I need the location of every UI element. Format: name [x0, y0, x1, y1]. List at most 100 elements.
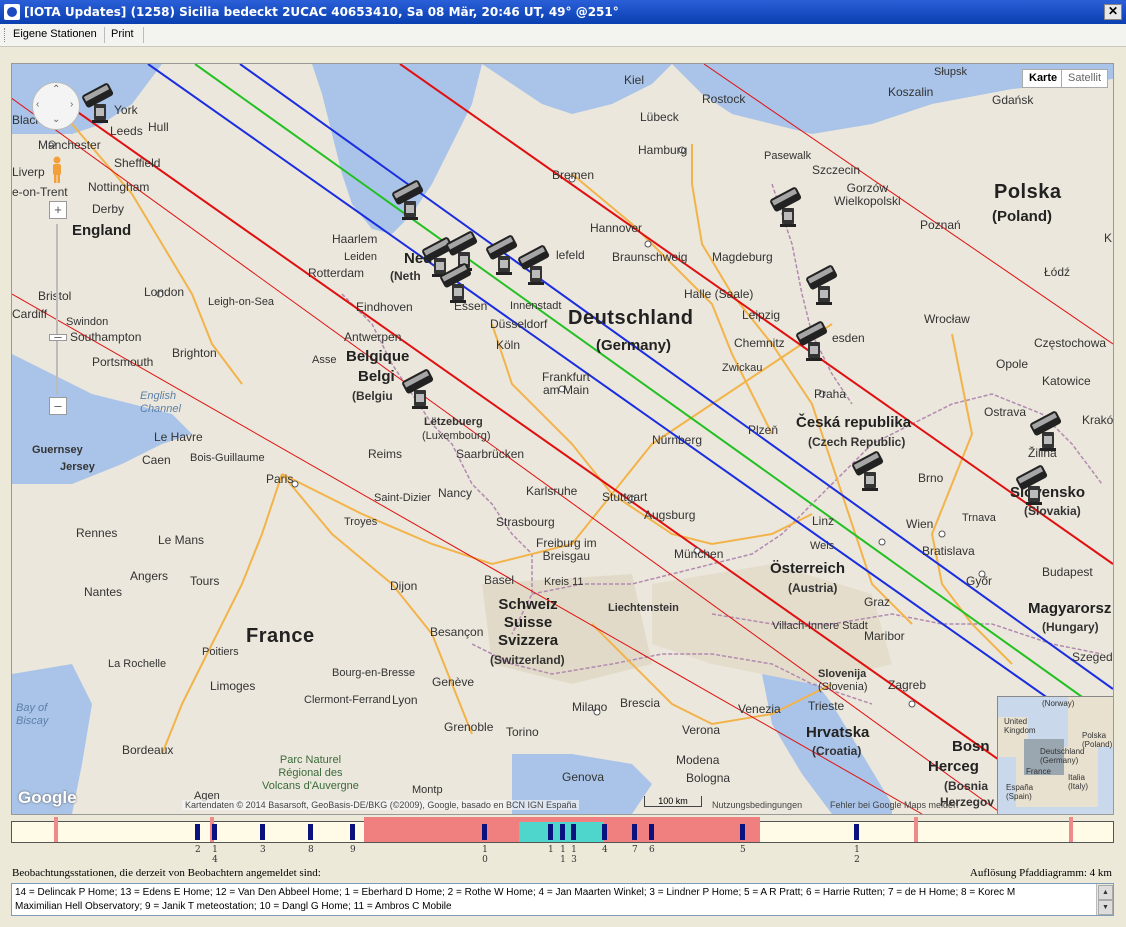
- map-label: Bosn: [952, 738, 990, 755]
- map-label: Budapest: [1042, 565, 1093, 579]
- station-mark: [740, 824, 745, 840]
- map-label: Haarlem: [332, 232, 378, 246]
- zoom-out-button[interactable]: –: [49, 397, 67, 415]
- map-label: Guernsey: [32, 444, 83, 456]
- map-label: Wrocław: [924, 312, 970, 326]
- map-label: Besançon: [430, 625, 484, 639]
- map-label: Slovenija: [818, 668, 867, 680]
- map-label: England: [72, 222, 132, 239]
- map-label: Poznań: [920, 218, 961, 232]
- map-label: Bourg-en-Bresse: [332, 667, 416, 679]
- map-label: Rennes: [76, 526, 118, 540]
- map-label: Plzeň: [748, 423, 779, 437]
- pan-control[interactable]: ⌃ ⌄ ‹ ›: [32, 82, 80, 130]
- map-label: Leiden: [344, 251, 378, 263]
- map-label: (Luxembourg): [422, 430, 491, 442]
- map-label: Wien: [906, 517, 934, 531]
- map-label: Magdeburg: [712, 250, 773, 264]
- map-label: Düsseldorf: [490, 317, 548, 331]
- map-label: Kraków: [1082, 413, 1114, 427]
- map-label: Wels: [810, 540, 835, 552]
- map-label: Hamburg: [638, 143, 688, 157]
- map-label: Brighton: [172, 346, 217, 360]
- map-label: York: [114, 103, 138, 117]
- stations-caption: Beobachtungsstationen, die derzeit von B…: [12, 867, 321, 879]
- road: [930, 333, 1013, 665]
- overview-label: Italia (Italy): [1068, 773, 1088, 791]
- terms-link[interactable]: Nutzungsbedingungen: [712, 800, 802, 810]
- map-label: Herceg: [928, 758, 979, 775]
- map-attribution: Kartendaten © 2014 Basarsoft, GeoBasis-D…: [182, 800, 580, 810]
- map-label: Gorzów Wielkopolski: [834, 181, 901, 208]
- map-label: (Germany): [596, 337, 672, 354]
- toolbar-separator: [143, 27, 144, 43]
- scroll-down-icon[interactable]: ▼: [1098, 900, 1113, 915]
- map-label: Basel: [484, 573, 515, 587]
- map-label: Trnava: [962, 512, 996, 524]
- map-label: Nantes: [84, 585, 123, 599]
- map-label: (Neth: [390, 269, 421, 283]
- map-label: Antwerpen: [344, 330, 402, 344]
- zoom-slider-track[interactable]: [56, 224, 58, 394]
- menu-eigene-stationen[interactable]: Eigene Stationen: [9, 27, 101, 41]
- map-label: Sheffield: [114, 156, 161, 170]
- map-label: (Slovakia): [1024, 504, 1081, 518]
- map-label: France: [246, 625, 315, 647]
- app-icon: [4, 4, 20, 20]
- window-title: [IOTA Updates] (1258) Sicilia bedeckt 2U…: [24, 5, 619, 19]
- close-button[interactable]: ✕: [1104, 4, 1122, 20]
- map-label: Brescia: [620, 696, 661, 710]
- map-label: Frankfurt am Main: [542, 370, 591, 397]
- map-label: Portsmouth: [92, 355, 154, 369]
- map-label: Reims: [368, 447, 403, 461]
- station-mark: [482, 824, 487, 840]
- map-label: Stuttgart: [602, 490, 648, 504]
- map-label: Koszalin: [888, 85, 934, 99]
- map-label: Kreis 11: [544, 576, 584, 588]
- map-label: Zwickau: [722, 362, 763, 374]
- map-label: Montp: [412, 784, 443, 796]
- map-label: Belgi: [358, 368, 395, 385]
- station-mark: [260, 824, 265, 840]
- map-view[interactable]: York Leeds Hull Black Manchester Liverp …: [11, 63, 1114, 815]
- map-label: Slovensko: [1010, 484, 1086, 501]
- map-label: Strasbourg: [496, 515, 555, 529]
- station-mark: [602, 824, 607, 840]
- map-label: Linz: [812, 514, 835, 528]
- map-label: Leigh-on-Sea: [208, 296, 275, 308]
- map-label: Cardiff: [12, 307, 48, 321]
- station-number: 8: [308, 845, 314, 855]
- map-label: Częstochowa: [1034, 336, 1107, 350]
- map-label: Opole: [996, 357, 1029, 371]
- map-label: Lyon: [392, 693, 418, 707]
- street-view-pegman-icon[interactable]: [50, 156, 64, 184]
- map-label: Hannover: [590, 221, 643, 235]
- map-label: Zagreb: [888, 678, 927, 692]
- map-type-satellit-button[interactable]: Satellit: [1061, 69, 1109, 88]
- map-label: Genève: [432, 675, 475, 689]
- map-label: Kiel: [624, 73, 645, 87]
- report-error-link[interactable]: Fehler bei Google Maps melden: [830, 800, 958, 810]
- map-label: (Poland): [992, 208, 1052, 225]
- map-type-karte-button[interactable]: Karte: [1022, 69, 1065, 88]
- overview-label: (Norway): [1042, 699, 1075, 708]
- map-label: Villach-Innere Stadt: [772, 620, 868, 632]
- toolbar-separator: [104, 27, 105, 43]
- map-label: Clermont-Ferrand: [304, 694, 391, 706]
- zoom-in-button[interactable]: +: [49, 201, 67, 219]
- map-label: Bologna: [686, 771, 731, 785]
- stations-scrollbar[interactable]: ▲ ▼: [1096, 884, 1113, 915]
- station-number: 7: [632, 845, 638, 855]
- overview-map[interactable]: (Norway) United Kingdom Polska (Poland) …: [997, 696, 1113, 814]
- scroll-up-icon[interactable]: ▲: [1098, 885, 1113, 900]
- map-label: Bremen: [552, 168, 595, 182]
- stations-list[interactable]: 14 = Delincak P Home; 13 = Edens E Home;…: [11, 883, 1114, 916]
- map-label: Győr: [966, 574, 993, 588]
- map-label: Innenstadt: [510, 300, 562, 312]
- zoom-slider-handle[interactable]: –: [49, 330, 67, 343]
- map-label: Ned: [404, 250, 433, 267]
- map-label: Derby: [92, 202, 125, 216]
- menu-print[interactable]: Print: [107, 27, 138, 41]
- map-label: (Czech Republic): [808, 435, 906, 449]
- station-number: 1 4: [212, 845, 218, 865]
